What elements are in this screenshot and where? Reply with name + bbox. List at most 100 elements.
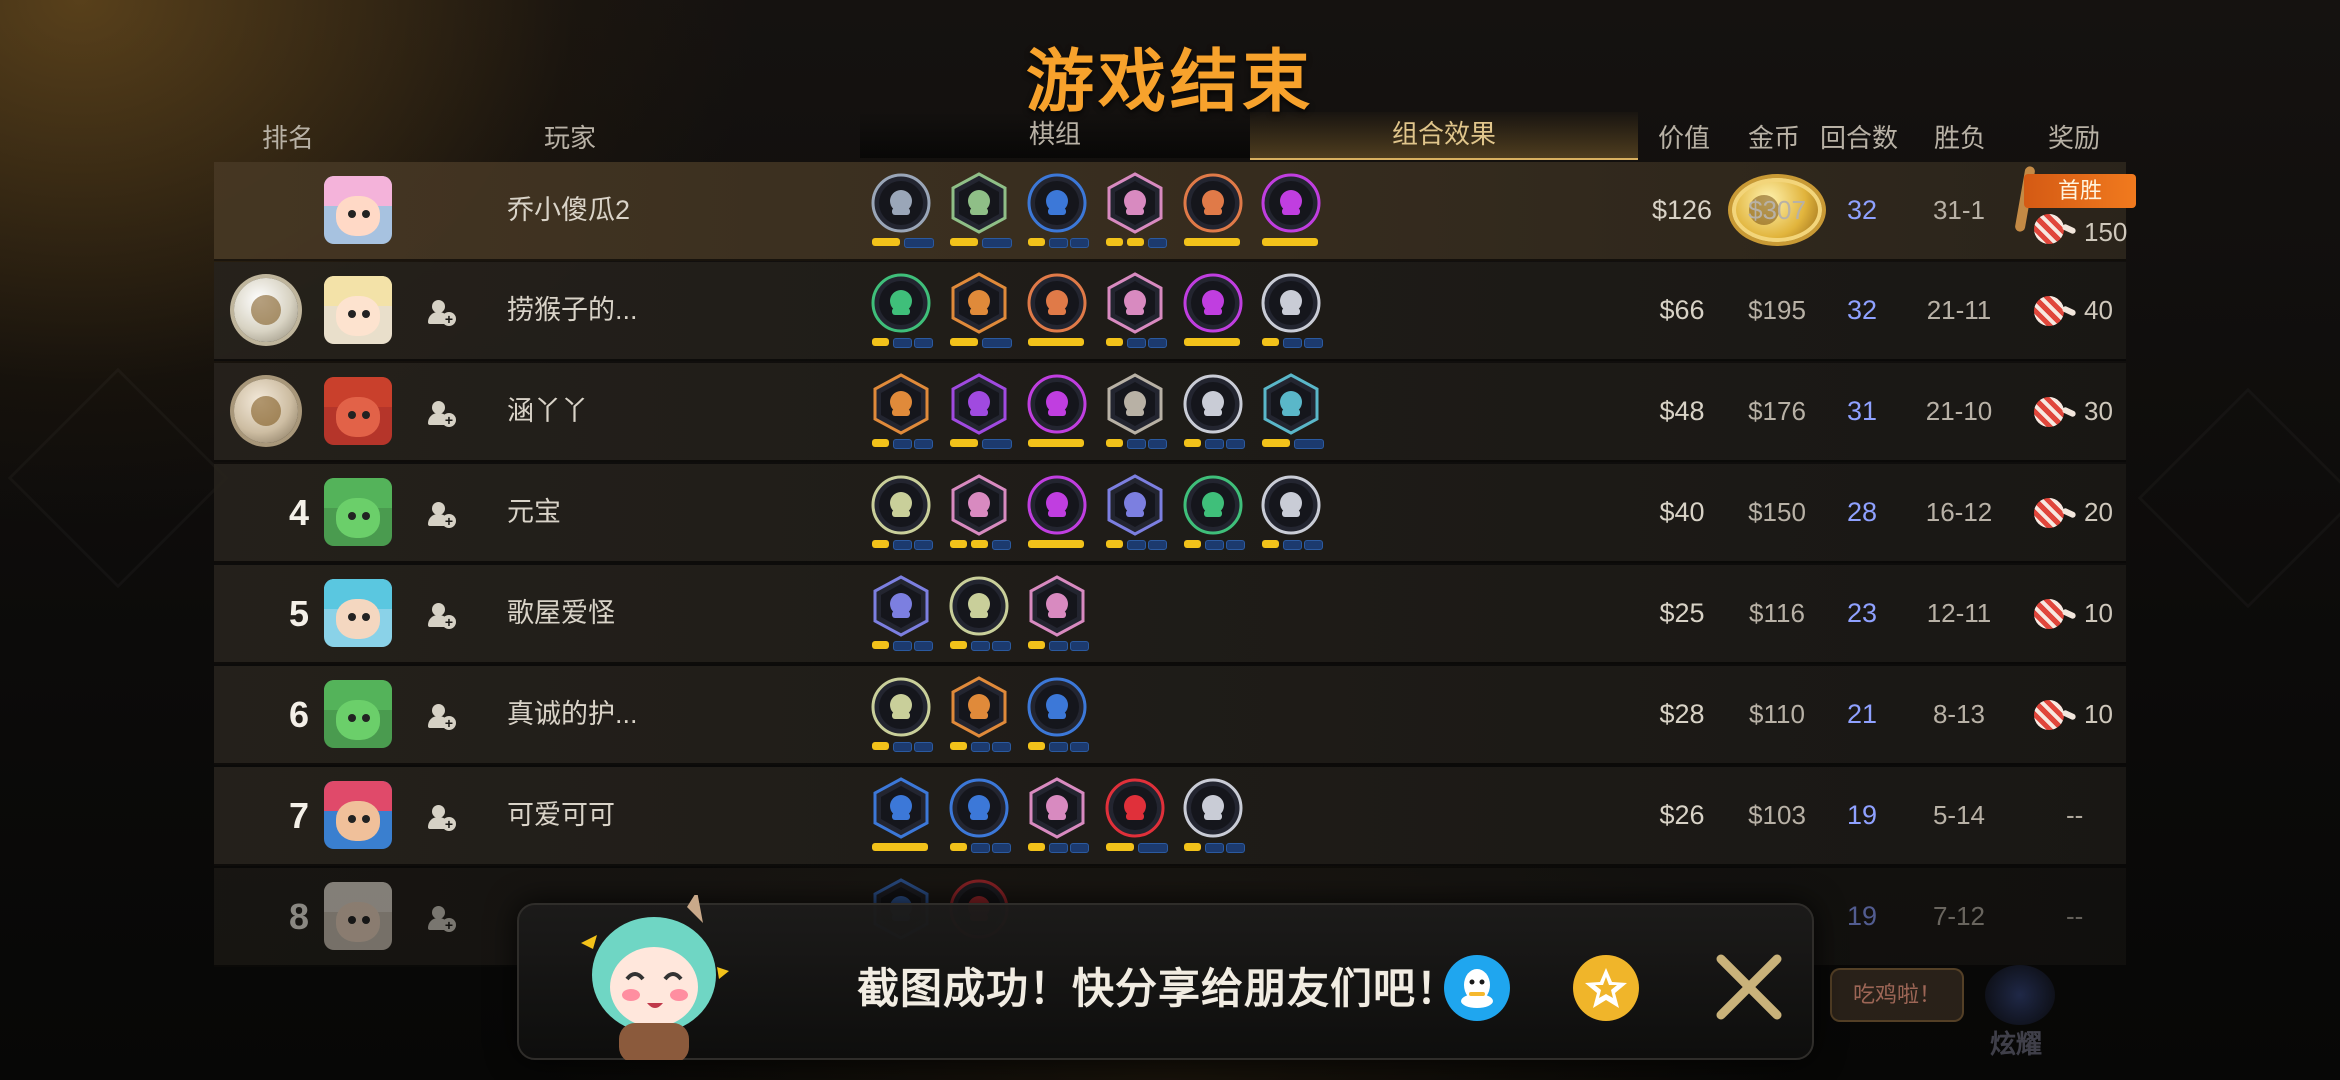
player-winloss: 21-11: [1926, 295, 1992, 325]
trait-badge[interactable]: [870, 575, 933, 651]
table-row[interactable]: 6 + 真诚的护... $28 $110 21 8-13 10: [214, 666, 2126, 765]
avatar[interactable]: [324, 882, 392, 950]
trait-badge[interactable]: [1026, 575, 1089, 651]
trait-badge[interactable]: [1026, 373, 1088, 447]
pip-inactive: [893, 540, 912, 550]
trait-level-pips: [950, 238, 1012, 248]
trait-badge[interactable]: [1104, 272, 1167, 348]
rank-number: 4: [288, 492, 310, 533]
avatar[interactable]: [324, 680, 392, 748]
add-friend-icon[interactable]: +: [428, 805, 456, 831]
trait-badge[interactable]: [948, 575, 1011, 651]
avatar[interactable]: [324, 377, 392, 445]
trait-badge[interactable]: [1182, 272, 1244, 346]
pip-active: [1028, 540, 1084, 548]
table-row[interactable]: + 涵丫丫 $48 $176 31 21-10 30: [214, 363, 2126, 462]
qzone-share-button[interactable]: [1573, 955, 1639, 1021]
trait-badge[interactable]: [948, 172, 1012, 248]
tab-deck[interactable]: 棋组: [860, 112, 1250, 158]
knight-trait-icon: [1029, 575, 1085, 637]
avatar[interactable]: [324, 478, 392, 546]
trait-badge[interactable]: [1026, 777, 1089, 853]
close-icon[interactable]: [1709, 947, 1789, 1027]
player-winloss: 7-12: [1932, 901, 1986, 931]
trait-badge[interactable]: [1026, 272, 1088, 346]
avatar[interactable]: [324, 276, 392, 344]
trait-level-pips: [1106, 843, 1168, 853]
add-friend-icon[interactable]: +: [428, 401, 456, 427]
trait-badge[interactable]: [870, 474, 933, 550]
trait-badge[interactable]: [1260, 474, 1323, 550]
trait-badge[interactable]: [1182, 172, 1244, 246]
table-row[interactable]: 乔小傻瓜2 $126 $307 32 31-1 150 首胜: [214, 162, 2136, 261]
trait-badge[interactable]: [870, 172, 934, 248]
pip-inactive: [1205, 843, 1224, 853]
add-friend-icon[interactable]: +: [428, 603, 456, 629]
trait-badge[interactable]: [1182, 777, 1245, 853]
table-row[interactable]: 4 + 元宝 $40 $150 28 16-12 20: [214, 464, 2126, 563]
trait-badge[interactable]: [1026, 676, 1089, 752]
trait-badge[interactable]: [1026, 474, 1088, 548]
pip-active: [971, 540, 988, 548]
table-row[interactable]: 5 + 歌屋爱怪 $25 $116 23 12-11 10: [214, 565, 2126, 664]
trait-badge[interactable]: [1104, 474, 1167, 550]
trait-badge[interactable]: [1104, 777, 1168, 853]
trait-list: [870, 666, 1470, 763]
add-friend-icon[interactable]: +: [428, 502, 456, 528]
table-row[interactable]: + 捞猴子的... $66 $195 32 21-11 40: [214, 262, 2126, 361]
add-friend-icon[interactable]: +: [428, 906, 456, 932]
avatar[interactable]: [324, 176, 392, 244]
trait-badge[interactable]: [870, 373, 933, 449]
qq-share-button[interactable]: [1444, 955, 1510, 1021]
table-row[interactable]: 7 + 可爱可可 $26 $103 19 5-14 --: [214, 767, 2126, 866]
show-off-icon[interactable]: [1985, 965, 2055, 1025]
trait-badge[interactable]: [1026, 172, 1089, 248]
pip-inactive: [992, 641, 1011, 651]
pip-active: [1106, 439, 1123, 447]
pip-active: [950, 843, 967, 851]
trait-badge[interactable]: [1182, 474, 1245, 550]
trait-level-pips: [1028, 843, 1089, 853]
trait-badge[interactable]: [948, 777, 1011, 853]
rank-number: 6: [288, 694, 310, 735]
player-winloss: 31-1: [1932, 195, 1986, 225]
trait-badge[interactable]: [870, 777, 932, 851]
avatar-eye: [348, 815, 356, 823]
tab-combo-effect[interactable]: 组合效果: [1250, 112, 1638, 160]
add-friend-icon[interactable]: +: [428, 704, 456, 730]
pip-inactive: [904, 238, 934, 248]
eat-chicken-chip[interactable]: 吃鸡啦！: [1830, 968, 1964, 1022]
trait-badge[interactable]: [1104, 373, 1167, 449]
trait-badge[interactable]: [948, 676, 1011, 752]
show-off-label[interactable]: 炫耀: [1990, 1024, 2042, 1061]
add-friend-icon[interactable]: +: [428, 300, 456, 326]
trait-badge[interactable]: [948, 272, 1012, 348]
trait-badge[interactable]: [870, 676, 933, 752]
pip-inactive: [1070, 742, 1089, 752]
add-friend-plus: +: [442, 615, 456, 629]
trait-badge[interactable]: [948, 373, 1012, 449]
knight-trait-icon: [1029, 777, 1085, 839]
pip-active: [1106, 540, 1123, 548]
throne-trait-icon: [1183, 374, 1243, 434]
trait-badge[interactable]: [870, 272, 933, 348]
pip-inactive: [1127, 338, 1146, 348]
trait-badge[interactable]: [948, 474, 1011, 550]
trait-badge[interactable]: [1260, 272, 1323, 348]
trait-level-pips: [1184, 238, 1244, 248]
avatar-face: [336, 801, 380, 841]
trait-badge[interactable]: [1104, 172, 1167, 248]
trait-badge[interactable]: [1260, 172, 1322, 246]
crossbones-trait-icon: [871, 173, 931, 233]
pip-inactive: [914, 439, 933, 449]
trait-badge[interactable]: [1182, 373, 1245, 449]
trait-badge[interactable]: [1260, 373, 1324, 449]
player-value: $48: [1659, 396, 1705, 426]
hooded-figure-trait-icon: [951, 373, 1007, 435]
avatar[interactable]: [324, 781, 392, 849]
trait-level-pips: [1028, 742, 1089, 752]
trait-list: [870, 565, 1470, 662]
avatar[interactable]: [324, 579, 392, 647]
trait-level-pips: [872, 238, 934, 248]
player-name: 真诚的护...: [507, 699, 638, 729]
